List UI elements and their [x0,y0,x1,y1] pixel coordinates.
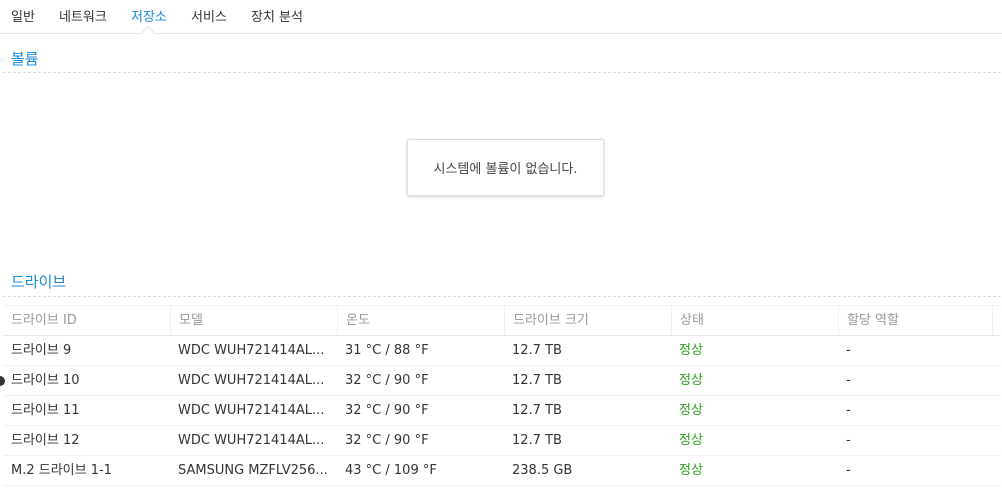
table-row[interactable]: 드라이브 11 WDC WUH721414AL... 32 °C / 90 °F… [3,396,1001,426]
drive-section-title: 드라이브 [11,273,67,291]
cell-allocated-role: - [846,463,851,478]
tab-bar: 일반 네트워크 저장소 서비스 장치 분석 [0,0,1002,41]
cell-drive-id: 드라이브 12 [11,433,80,448]
cell-model: WDC WUH721414AL... [178,433,325,448]
cell-model: WDC WUH721414AL... [178,403,325,418]
cell-temperature: 32 °C / 90 °F [345,433,429,448]
cell-drive-id: 드라이브 9 [11,343,72,358]
table-row[interactable]: 드라이브 10 WDC WUH721414AL... 32 °C / 90 °F… [0,366,1001,396]
column-header-allocated-role[interactable]: 할당 역할 [838,306,993,335]
cell-drive-size: 12.7 TB [512,343,562,358]
cell-status: 정상 [679,343,703,358]
empty-volume-message: 시스템에 볼륨이 없습니다. [407,139,604,196]
cell-status: 정상 [679,403,703,418]
cell-drive-id: 드라이브 11 [11,403,80,418]
tab-general[interactable]: 일반 [11,6,35,25]
drive-table-header: 드라이브 ID 모델 온도 드라이브 크기 상태 할당 역할 [3,305,1001,336]
cell-allocated-role: - [846,403,851,418]
volume-section-divider [3,72,1001,73]
cell-allocated-role: - [846,373,851,388]
table-row[interactable]: 드라이브 9 WDC WUH721414AL... 31 °C / 88 °F … [3,336,1001,366]
cell-drive-id: M.2 드라이브 1-1 [11,463,112,478]
tab-network[interactable]: 네트워크 [59,6,107,25]
column-header-status[interactable]: 상태 [671,306,838,335]
cell-drive-size: 12.7 TB [512,433,562,448]
drive-table: 드라이브 ID 모델 온도 드라이브 크기 상태 할당 역할 드라이브 9 WD… [0,305,1001,486]
cell-drive-size: 12.7 TB [512,373,562,388]
column-header-model[interactable]: 모델 [170,306,337,335]
volume-section-title: 볼륨 [11,50,39,68]
cell-temperature: 43 °C / 109 °F [345,463,437,478]
cell-temperature: 32 °C / 90 °F [345,373,429,388]
cell-allocated-role: - [846,433,851,448]
cell-model: SAMSUNG MZFLV256... [178,463,328,478]
tab-device-analysis[interactable]: 장치 분석 [251,6,303,25]
empty-volume-text: 시스템에 볼륨이 없습니다. [433,162,578,177]
column-header-drive-id[interactable]: 드라이브 ID [3,306,170,335]
cell-model: WDC WUH721414AL... [178,343,325,358]
cell-drive-size: 12.7 TB [512,403,562,418]
cell-drive-id: 드라이브 10 [11,373,80,388]
cell-status: 정상 [679,463,703,478]
cell-model: WDC WUH721414AL... [178,373,325,388]
drive-section-divider [3,296,1001,297]
column-header-temperature[interactable]: 온도 [337,306,504,335]
column-header-drive-size[interactable]: 드라이브 크기 [504,306,671,335]
cell-status: 정상 [679,373,703,388]
cell-temperature: 32 °C / 90 °F [345,403,429,418]
cell-status: 정상 [679,433,703,448]
cell-temperature: 31 °C / 88 °F [345,343,429,358]
tab-services[interactable]: 서비스 [191,6,227,25]
tab-storage[interactable]: 저장소 [131,6,167,25]
cell-drive-size: 238.5 GB [512,463,573,478]
active-tab-indicator [140,25,156,41]
cell-allocated-role: - [846,343,851,358]
table-row[interactable]: M.2 드라이브 1-1 SAMSUNG MZFLV256... 43 °C /… [3,456,1001,486]
table-row[interactable]: 드라이브 12 WDC WUH721414AL... 32 °C / 90 °F… [3,426,1001,456]
